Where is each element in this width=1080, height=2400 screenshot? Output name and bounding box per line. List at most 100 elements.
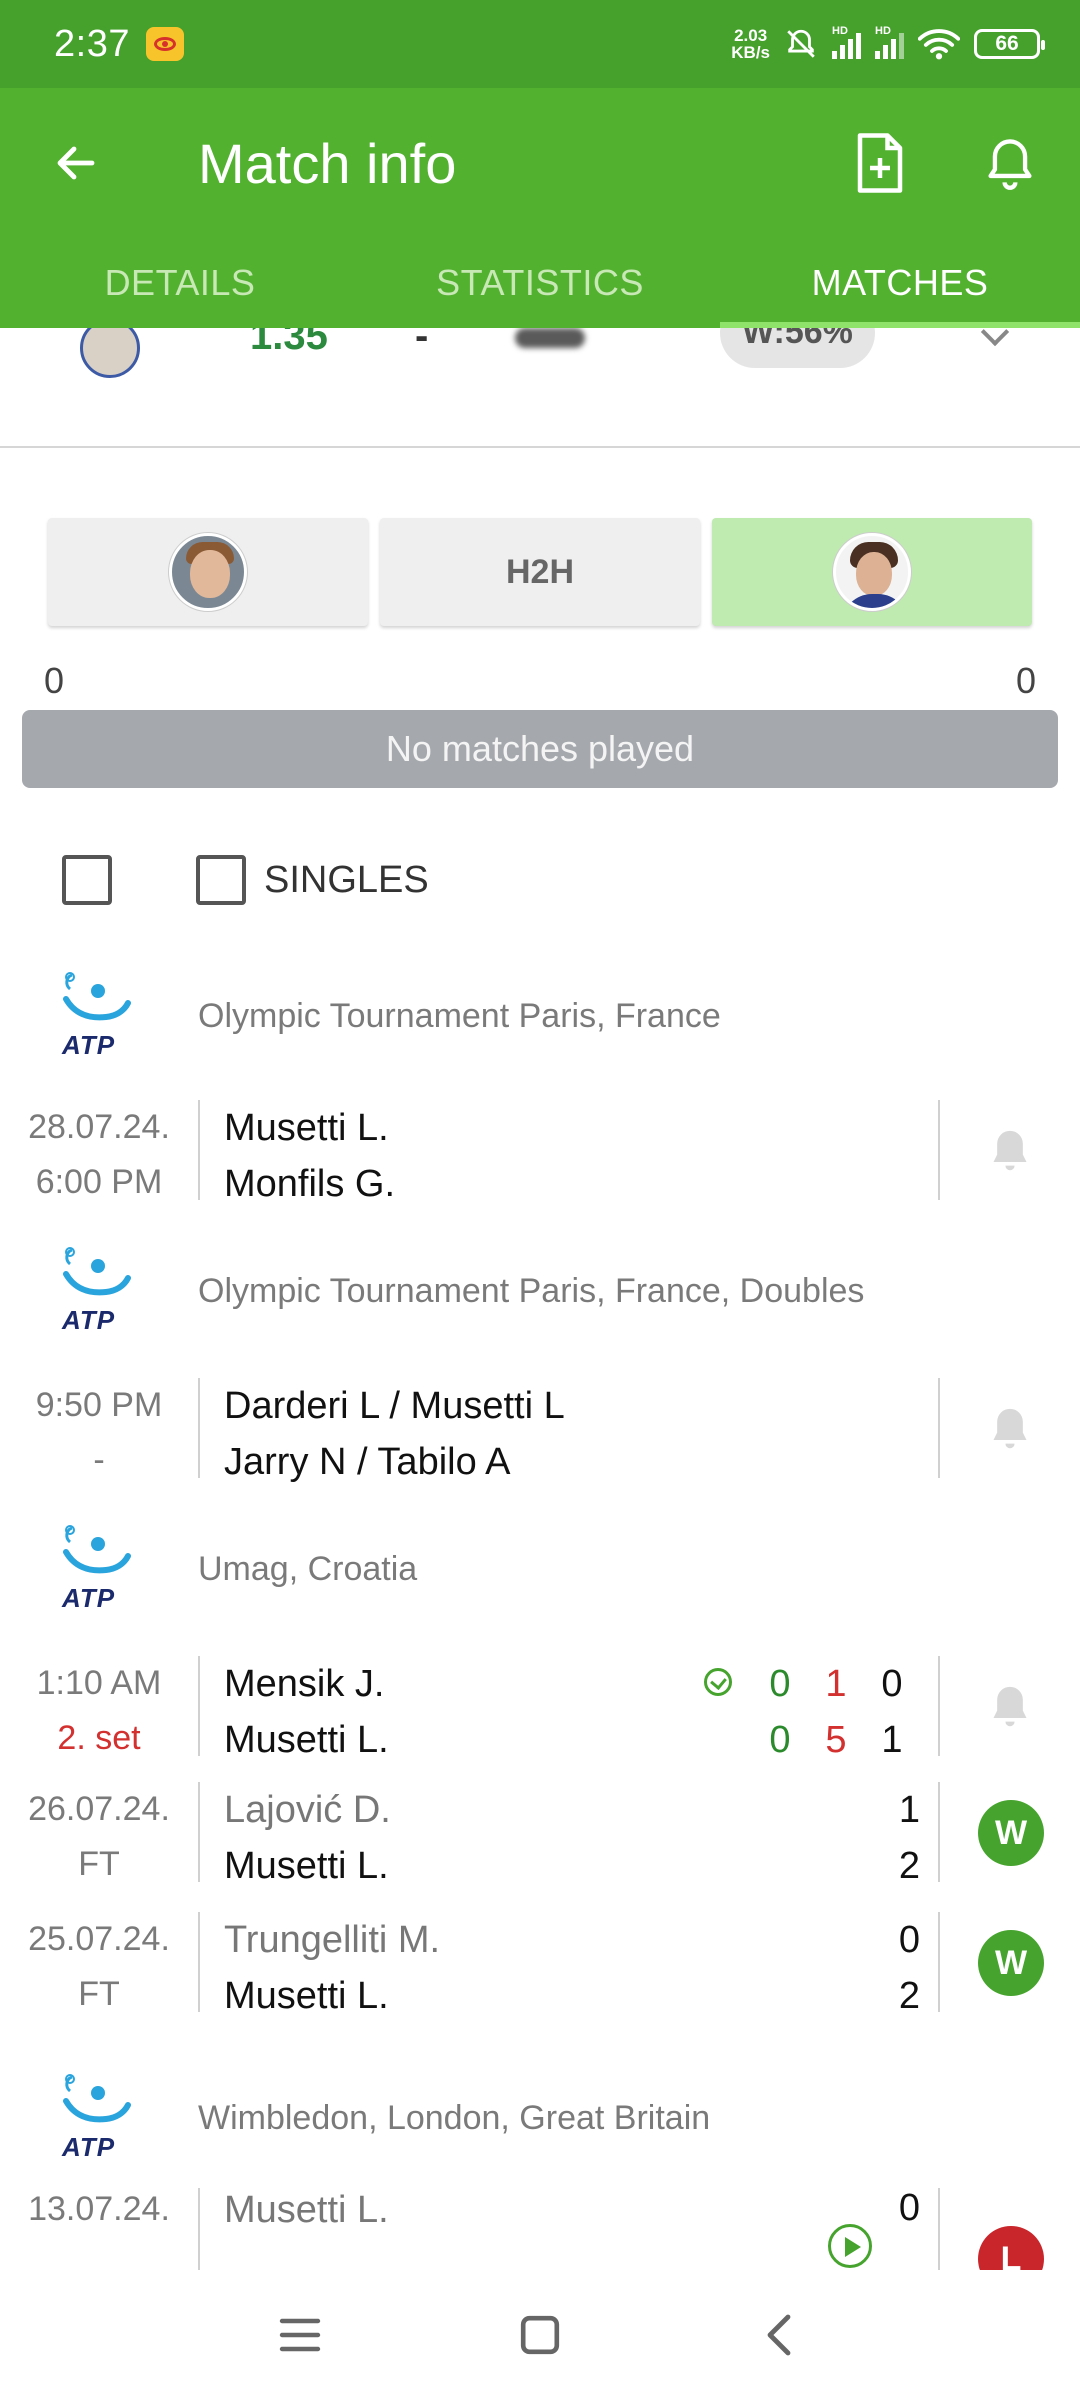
singles-label: SINGLES bbox=[264, 858, 429, 901]
divider bbox=[938, 1656, 940, 1756]
h2h-right-count: 0 bbox=[1015, 660, 1036, 701]
add-document-icon bbox=[857, 133, 903, 193]
tournament-name: Umag, Croatia bbox=[198, 1549, 418, 1588]
back-button[interactable] bbox=[36, 123, 116, 203]
bell-icon[interactable] bbox=[988, 1404, 1032, 1454]
tab-statistics[interactable]: STATISTICS bbox=[360, 238, 720, 328]
match-date: 13.07.24. bbox=[28, 2190, 170, 2228]
back-arrow-icon bbox=[57, 146, 95, 180]
divider bbox=[938, 1912, 940, 2012]
signal-icon-1: HD bbox=[832, 25, 861, 59]
match-row[interactable]: 9:50 PM - Darderi L / Musetti L Jarry N / … bbox=[0, 1360, 1080, 1500]
menu-icon bbox=[279, 2318, 321, 2352]
divider bbox=[198, 1378, 200, 1478]
filter-row: SINGLES bbox=[62, 855, 429, 905]
match-row-live[interactable]: 1:10 AM 2. set Mensik J. Musetti L. 010 05… bbox=[0, 1638, 1080, 1778]
live-icon bbox=[704, 1667, 732, 1696]
player-avatar bbox=[80, 328, 140, 378]
win-badge: W bbox=[978, 1800, 1044, 1866]
tournament-header[interactable]: ATP Umag, Croatia bbox=[0, 1500, 1080, 1638]
match-list: ATP Olympic Tournament Paris, France 28.… bbox=[0, 950, 1080, 2270]
player2-filter-button[interactable] bbox=[712, 518, 1032, 626]
notification-bell-icon bbox=[988, 139, 1032, 190]
status-time: 2:37 bbox=[54, 22, 130, 65]
match-row[interactable]: 13.07.24. Musetti L. 0 L bbox=[0, 2184, 1080, 2270]
divider bbox=[198, 1782, 200, 1882]
back-nav-icon bbox=[767, 2314, 791, 2356]
match-date: 28.07.24. 6:00 PM bbox=[28, 1108, 170, 1201]
atp-logo: ATP bbox=[58, 971, 138, 1061]
divider bbox=[198, 1912, 200, 2012]
odds-value: 1.35 bbox=[250, 328, 328, 358]
final-scores: 12 bbox=[898, 1789, 920, 1887]
notification-button[interactable] bbox=[970, 123, 1050, 203]
battery-icon: 66 bbox=[974, 29, 1045, 59]
divider bbox=[938, 1100, 940, 1200]
atp-logo: ATP bbox=[58, 2073, 138, 2163]
tournament-name: Olympic Tournament Paris, France, Double… bbox=[198, 1271, 865, 1310]
network-speed: 2.03 KB/s bbox=[731, 26, 770, 62]
tab-details[interactable]: DETAILS bbox=[0, 238, 360, 328]
filter-checkbox[interactable] bbox=[62, 855, 112, 905]
chevron-down-icon[interactable] bbox=[980, 328, 1010, 347]
tournament-name: Olympic Tournament Paris, France bbox=[198, 996, 721, 1035]
match-date: 1:10 AM 2. set bbox=[36, 1664, 162, 1757]
page-title: Match info bbox=[198, 131, 457, 195]
match-row[interactable]: 26.07.24. FT Lajović D. Musetti L. 12 W bbox=[0, 1778, 1080, 1918]
play-icon[interactable] bbox=[828, 2224, 872, 2268]
match-players: Trungelliti M. Musetti L. bbox=[224, 1919, 441, 2017]
tournament-header[interactable]: ATP Olympic Tournament Paris, France, Do… bbox=[0, 1222, 1080, 1360]
loss-badge: L bbox=[978, 2226, 1044, 2270]
add-to-calendar-button[interactable] bbox=[840, 123, 920, 203]
mute-bell-icon bbox=[787, 29, 815, 58]
win-badge: W bbox=[978, 1930, 1044, 1996]
match-players: Darderi L / Musetti L Jarry N / Tabilo A bbox=[224, 1385, 565, 1483]
match-date: 9:50 PM - bbox=[35, 1386, 163, 1479]
bell-icon[interactable] bbox=[988, 1682, 1032, 1732]
match-players: Mensik J. Musetti L. bbox=[224, 1663, 389, 1761]
match-players: Lajović D. Musetti L. bbox=[224, 1789, 391, 1887]
no-matches-bar: No matches played bbox=[22, 710, 1058, 788]
divider bbox=[198, 1656, 200, 1756]
divider bbox=[198, 2188, 200, 2270]
singles-checkbox[interactable] bbox=[196, 855, 246, 905]
tab-bar: DETAILS STATISTICS MATCHES bbox=[0, 238, 1080, 328]
tournament-header[interactable]: ATP Olympic Tournament Paris, France bbox=[0, 950, 1080, 1082]
player1-avatar bbox=[169, 533, 247, 611]
player2-avatar bbox=[833, 533, 911, 611]
odds-row: 1.35 - W:56% bbox=[0, 328, 1080, 448]
h2h-left-count: 0 bbox=[44, 660, 65, 701]
divider bbox=[938, 1782, 940, 1882]
bell-icon[interactable] bbox=[988, 1126, 1032, 1176]
match-players: Musetti L. Monfils G. bbox=[224, 1107, 396, 1205]
divider bbox=[198, 1100, 200, 1200]
signal-icon-2: HD bbox=[875, 25, 904, 59]
player1-filter-button[interactable] bbox=[48, 518, 368, 626]
win-probability-pill: W:56% bbox=[720, 328, 875, 368]
divider bbox=[938, 2188, 940, 2270]
h2h-label: H2H bbox=[505, 552, 575, 591]
odds-separator: - bbox=[415, 328, 429, 358]
final-scores: 0 bbox=[898, 2187, 920, 2229]
menu-button[interactable] bbox=[260, 2295, 340, 2375]
tournament-name: Wimbledon, London, Great Britain bbox=[198, 2098, 711, 2137]
app-bar: Match info DETAILS STATISTICS MATCHES bbox=[0, 88, 1080, 328]
divider bbox=[938, 1378, 940, 1478]
live-scores: 010 051 bbox=[704, 1656, 920, 1768]
home-button[interactable] bbox=[500, 2295, 580, 2375]
back-nav-button[interactable] bbox=[740, 2295, 820, 2375]
match-players: Musetti L. bbox=[224, 2189, 389, 2231]
match-row[interactable]: 28.07.24. 6:00 PM Musetti L. Monfils G. bbox=[0, 1082, 1080, 1222]
bookmaker-logo bbox=[515, 328, 585, 348]
h2h-button[interactable]: H2H bbox=[380, 518, 700, 626]
status-bar: 2:37 2.03 KB/s HD HD 66 bbox=[0, 0, 1080, 88]
match-date: 25.07.24. FT bbox=[28, 1920, 170, 2013]
wifi-icon bbox=[918, 29, 960, 60]
final-scores: 02 bbox=[898, 1919, 920, 2017]
atp-logo: ATP bbox=[58, 1246, 138, 1336]
tab-matches[interactable]: MATCHES bbox=[720, 238, 1080, 328]
match-row[interactable]: 25.07.24. FT Trungelliti M. Musetti L. 02 … bbox=[0, 1912, 1080, 2058]
system-nav-bar bbox=[0, 2270, 1080, 2400]
match-date: 26.07.24. FT bbox=[28, 1790, 170, 1883]
tournament-header[interactable]: ATP Wimbledon, London, Great Britain bbox=[0, 2052, 1080, 2184]
